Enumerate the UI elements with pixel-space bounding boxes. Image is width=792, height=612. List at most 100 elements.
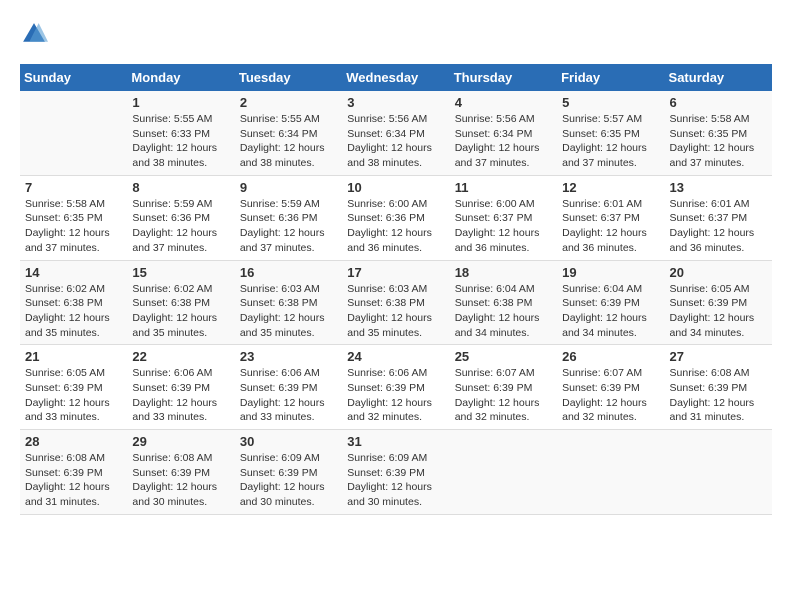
day-info: Sunrise: 6:07 AM Sunset: 6:39 PM Dayligh…: [455, 366, 552, 425]
day-info: Sunrise: 6:09 AM Sunset: 6:39 PM Dayligh…: [240, 451, 337, 510]
day-number: 22: [132, 349, 229, 364]
calendar-cell: 22 Sunrise: 6:06 AM Sunset: 6:39 PM Dayli…: [127, 345, 234, 430]
calendar-table: SundayMondayTuesdayWednesdayThursdayFrid…: [20, 64, 772, 515]
day-info: Sunrise: 5:57 AM Sunset: 6:35 PM Dayligh…: [562, 112, 659, 171]
calendar-cell: 30 Sunrise: 6:09 AM Sunset: 6:39 PM Dayli…: [235, 430, 342, 515]
day-header-saturday: Saturday: [665, 64, 772, 91]
day-number: 3: [347, 95, 444, 110]
day-info: Sunrise: 5:55 AM Sunset: 6:34 PM Dayligh…: [240, 112, 337, 171]
day-number: 30: [240, 434, 337, 449]
calendar-cell: 3 Sunrise: 5:56 AM Sunset: 6:34 PM Daylig…: [342, 91, 449, 175]
week-row-1: 1 Sunrise: 5:55 AM Sunset: 6:33 PM Daylig…: [20, 91, 772, 175]
logo: [20, 20, 52, 48]
day-info: Sunrise: 5:55 AM Sunset: 6:33 PM Dayligh…: [132, 112, 229, 171]
calendar-header: SundayMondayTuesdayWednesdayThursdayFrid…: [20, 64, 772, 91]
day-number: 6: [670, 95, 767, 110]
calendar-cell: 1 Sunrise: 5:55 AM Sunset: 6:33 PM Daylig…: [127, 91, 234, 175]
day-number: 18: [455, 265, 552, 280]
calendar-cell: 13Sunrise: 6:01 AM Sunset: 6:37 PM Dayli…: [665, 175, 772, 260]
calendar-cell: 27Sunrise: 6:08 AM Sunset: 6:39 PM Dayli…: [665, 345, 772, 430]
calendar-cell: [450, 430, 557, 515]
day-info: Sunrise: 6:06 AM Sunset: 6:39 PM Dayligh…: [132, 366, 229, 425]
calendar-cell: [665, 430, 772, 515]
day-header-tuesday: Tuesday: [235, 64, 342, 91]
calendar-cell: 7 Sunrise: 5:58 AM Sunset: 6:35 PM Daylig…: [20, 175, 127, 260]
day-info: Sunrise: 6:06 AM Sunset: 6:39 PM Dayligh…: [240, 366, 337, 425]
day-info: Sunrise: 5:58 AM Sunset: 6:35 PM Dayligh…: [25, 197, 122, 256]
week-row-2: 7 Sunrise: 5:58 AM Sunset: 6:35 PM Daylig…: [20, 175, 772, 260]
calendar-cell: 8 Sunrise: 5:59 AM Sunset: 6:36 PM Daylig…: [127, 175, 234, 260]
calendar-cell: 14Sunrise: 6:02 AM Sunset: 6:38 PM Dayli…: [20, 260, 127, 345]
day-number: 21: [25, 349, 122, 364]
logo-icon: [20, 20, 48, 48]
day-info: Sunrise: 5:59 AM Sunset: 6:36 PM Dayligh…: [132, 197, 229, 256]
day-number: 19: [562, 265, 659, 280]
day-info: Sunrise: 6:09 AM Sunset: 6:39 PM Dayligh…: [347, 451, 444, 510]
day-number: 2: [240, 95, 337, 110]
day-number: 26: [562, 349, 659, 364]
day-number: 4: [455, 95, 552, 110]
calendar-cell: 9 Sunrise: 5:59 AM Sunset: 6:36 PM Daylig…: [235, 175, 342, 260]
week-row-4: 21 Sunrise: 6:05 AM Sunset: 6:39 PM Dayli…: [20, 345, 772, 430]
day-info: Sunrise: 6:08 AM Sunset: 6:39 PM Dayligh…: [670, 366, 767, 425]
day-info: Sunrise: 5:58 AM Sunset: 6:35 PM Dayligh…: [670, 112, 767, 171]
day-info: Sunrise: 6:02 AM Sunset: 6:38 PM Dayligh…: [132, 282, 229, 341]
day-number: 15: [132, 265, 229, 280]
calendar-body: 1 Sunrise: 5:55 AM Sunset: 6:33 PM Daylig…: [20, 91, 772, 514]
calendar-cell: 2 Sunrise: 5:55 AM Sunset: 6:34 PM Daylig…: [235, 91, 342, 175]
day-info: Sunrise: 5:56 AM Sunset: 6:34 PM Dayligh…: [347, 112, 444, 171]
calendar-cell: 11Sunrise: 6:00 AM Sunset: 6:37 PM Dayli…: [450, 175, 557, 260]
day-number: 12: [562, 180, 659, 195]
week-row-5: 28 Sunrise: 6:08 AM Sunset: 6:39 PM Dayli…: [20, 430, 772, 515]
day-info: Sunrise: 6:01 AM Sunset: 6:37 PM Dayligh…: [670, 197, 767, 256]
calendar-cell: 18 Sunrise: 6:04 AM Sunset: 6:38 PM Dayli…: [450, 260, 557, 345]
day-info: Sunrise: 6:04 AM Sunset: 6:38 PM Dayligh…: [455, 282, 552, 341]
day-info: Sunrise: 5:59 AM Sunset: 6:36 PM Dayligh…: [240, 197, 337, 256]
calendar-cell: 6 Sunrise: 5:58 AM Sunset: 6:35 PM Daylig…: [665, 91, 772, 175]
day-info: Sunrise: 5:56 AM Sunset: 6:34 PM Dayligh…: [455, 112, 552, 171]
calendar-cell: 10Sunrise: 6:00 AM Sunset: 6:36 PM Dayli…: [342, 175, 449, 260]
calendar-cell: 15 Sunrise: 6:02 AM Sunset: 6:38 PM Dayli…: [127, 260, 234, 345]
day-info: Sunrise: 6:07 AM Sunset: 6:39 PM Dayligh…: [562, 366, 659, 425]
calendar-cell: [557, 430, 664, 515]
day-header-friday: Friday: [557, 64, 664, 91]
day-info: Sunrise: 6:00 AM Sunset: 6:37 PM Dayligh…: [455, 197, 552, 256]
calendar-cell: 28 Sunrise: 6:08 AM Sunset: 6:39 PM Dayli…: [20, 430, 127, 515]
day-number: 17: [347, 265, 444, 280]
calendar-cell: 17Sunrise: 6:03 AM Sunset: 6:38 PM Dayli…: [342, 260, 449, 345]
header-row: SundayMondayTuesdayWednesdayThursdayFrid…: [20, 64, 772, 91]
calendar-cell: 26 Sunrise: 6:07 AM Sunset: 6:39 PM Dayli…: [557, 345, 664, 430]
day-info: Sunrise: 6:03 AM Sunset: 6:38 PM Dayligh…: [240, 282, 337, 341]
calendar-cell: 20 Sunrise: 6:05 AM Sunset: 6:39 PM Dayli…: [665, 260, 772, 345]
day-info: Sunrise: 6:08 AM Sunset: 6:39 PM Dayligh…: [25, 451, 122, 510]
day-number: 28: [25, 434, 122, 449]
day-header-thursday: Thursday: [450, 64, 557, 91]
day-info: Sunrise: 6:08 AM Sunset: 6:39 PM Dayligh…: [132, 451, 229, 510]
day-number: 10: [347, 180, 444, 195]
calendar-cell: [20, 91, 127, 175]
page-header: [20, 20, 772, 48]
calendar-cell: 12Sunrise: 6:01 AM Sunset: 6:37 PM Dayli…: [557, 175, 664, 260]
day-number: 7: [25, 180, 122, 195]
calendar-cell: 21 Sunrise: 6:05 AM Sunset: 6:39 PM Dayli…: [20, 345, 127, 430]
calendar-cell: 31Sunrise: 6:09 AM Sunset: 6:39 PM Dayli…: [342, 430, 449, 515]
week-row-3: 14 Sunrise: 6:02 AM Sunset: 6:38 PM Dayli…: [20, 260, 772, 345]
day-info: Sunrise: 6:05 AM Sunset: 6:39 PM Dayligh…: [25, 366, 122, 425]
calendar-cell: 24 Sunrise: 6:06 AM Sunset: 6:39 PM Dayli…: [342, 345, 449, 430]
calendar-cell: 4 Sunrise: 5:56 AM Sunset: 6:34 PM Daylig…: [450, 91, 557, 175]
day-number: 24: [347, 349, 444, 364]
day-info: Sunrise: 6:06 AM Sunset: 6:39 PM Dayligh…: [347, 366, 444, 425]
day-header-sunday: Sunday: [20, 64, 127, 91]
day-info: Sunrise: 6:05 AM Sunset: 6:39 PM Dayligh…: [670, 282, 767, 341]
day-info: Sunrise: 6:04 AM Sunset: 6:39 PM Dayligh…: [562, 282, 659, 341]
calendar-cell: 5 Sunrise: 5:57 AM Sunset: 6:35 PM Daylig…: [557, 91, 664, 175]
day-number: 9: [240, 180, 337, 195]
day-number: 14: [25, 265, 122, 280]
calendar-cell: 19 Sunrise: 6:04 AM Sunset: 6:39 PM Dayli…: [557, 260, 664, 345]
day-header-monday: Monday: [127, 64, 234, 91]
day-number: 8: [132, 180, 229, 195]
day-number: 23: [240, 349, 337, 364]
day-number: 1: [132, 95, 229, 110]
day-number: 20: [670, 265, 767, 280]
day-number: 5: [562, 95, 659, 110]
